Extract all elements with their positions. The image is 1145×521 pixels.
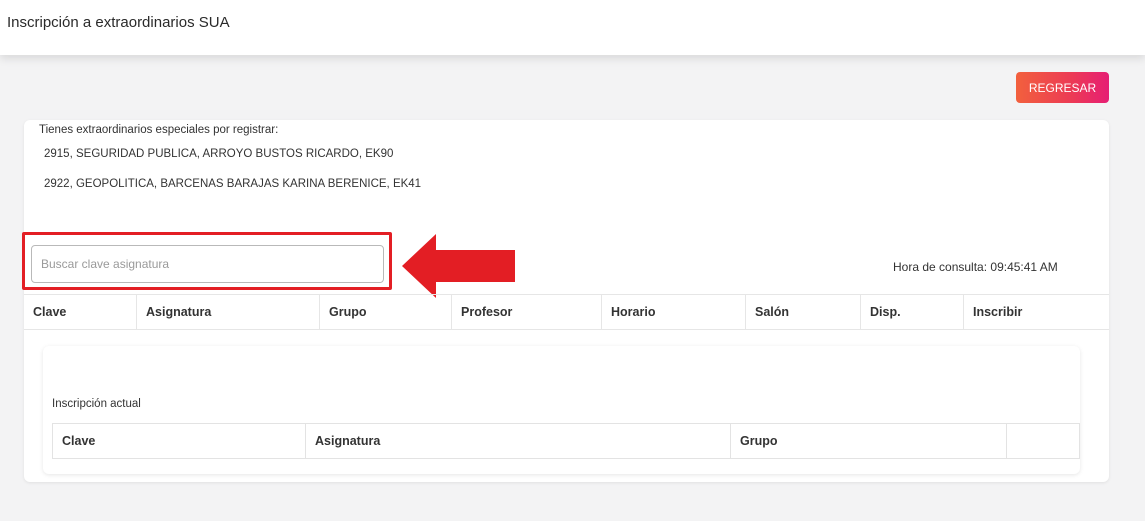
column-header-empty (1006, 424, 1079, 458)
top-bar: Inscripción a extraordinarios SUA (0, 0, 1145, 55)
search-input[interactable] (31, 245, 384, 283)
current-enrollment-table-header: Clave Asignatura Grupo (52, 423, 1080, 459)
subjects-table-header: Clave Asignatura Grupo Profesor Horario … (24, 294, 1109, 330)
pending-heading: Tienes extraordinarios especiales por re… (39, 124, 279, 136)
column-header-asignatura: Asignatura (305, 424, 730, 458)
page-title: Inscripción a extraordinarios SUA (7, 14, 230, 31)
back-button[interactable]: REGRESAR (1016, 72, 1109, 103)
query-time: Hora de consulta: 09:45:41 AM (893, 260, 1058, 274)
column-header-salon: Salón (745, 295, 860, 329)
column-header-disp: Disp. (860, 295, 963, 329)
left-arrow-icon (402, 234, 515, 298)
column-header-clave: Clave (62, 434, 96, 448)
column-header-grupo: Grupo (319, 295, 451, 329)
column-header-inscribir: Inscribir (963, 295, 1109, 329)
column-header-asignatura: Asignatura (136, 295, 319, 329)
pending-item: 2922, GEOPOLITICA, BARCENAS BARAJAS KARI… (44, 178, 422, 190)
column-header-horario: Horario (601, 295, 745, 329)
column-header-grupo: Grupo (730, 424, 1006, 458)
column-header-clave: Clave (33, 305, 67, 319)
current-enrollment-label: Inscripción actual (52, 398, 141, 410)
column-header-profesor: Profesor (451, 295, 601, 329)
pending-item: 2915, SEGURIDAD PUBLICA, ARROYO BUSTOS R… (44, 148, 394, 160)
